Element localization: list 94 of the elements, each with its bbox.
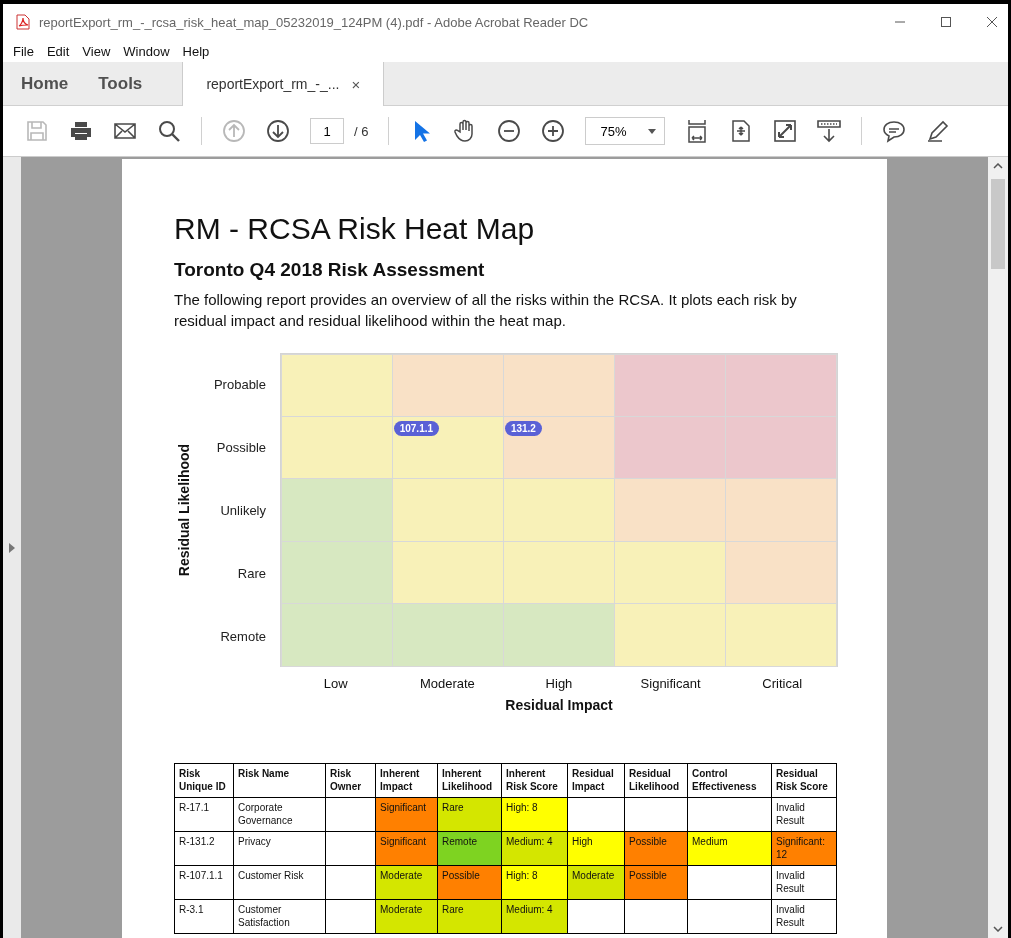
column-header: Residual Likelihood xyxy=(624,763,688,798)
table-cell: Medium: 4 xyxy=(501,899,568,934)
printer-icon[interactable] xyxy=(69,119,93,143)
pen-icon[interactable] xyxy=(926,119,951,143)
row-label: Unlikely xyxy=(220,503,266,518)
tab-close-button[interactable]: × xyxy=(351,75,361,93)
expand-panel-icon[interactable] xyxy=(9,542,15,553)
table-cell: Significant xyxy=(375,797,438,832)
column-header: Inherent Impact xyxy=(375,763,438,798)
table-cell: Rare xyxy=(437,899,502,934)
row-label: Remote xyxy=(220,629,266,644)
menu-item[interactable]: Window xyxy=(123,43,170,59)
table-cell xyxy=(325,899,376,934)
row-label: Possible xyxy=(216,440,266,455)
menu-item[interactable]: Help xyxy=(182,43,210,59)
table-cell: R-131.2 xyxy=(174,831,234,866)
table-cell: Invalid Result xyxy=(771,865,837,900)
table-cell: High: 8 xyxy=(501,797,568,832)
table-cell xyxy=(567,899,625,934)
table-cell: Invalid Result xyxy=(771,899,837,934)
table-cell: Customer Risk xyxy=(233,865,326,900)
scrollbar-thumb[interactable] xyxy=(991,179,1005,269)
window-title: reportExport_rm_-_rcsa_risk_heat_map_05232019_124PM (4).pdf - Adobe Acrobat Reader DC xyxy=(39,14,589,30)
x-axis-title: Residual Impact xyxy=(505,697,613,713)
tab-title: reportExport_rm_-_... xyxy=(206,76,340,92)
scroll-up-icon[interactable] xyxy=(993,163,1003,169)
caret-icon xyxy=(648,128,657,134)
table-cell: Privacy xyxy=(233,831,326,866)
report-subtitle: Toronto Q4 2018 Risk Assessment xyxy=(174,258,486,282)
nav-tab[interactable]: Tools xyxy=(80,62,155,105)
page-number-field[interactable]: 1 xyxy=(310,118,344,144)
page-count: / 6 xyxy=(354,123,369,139)
table-cell: High: 8 xyxy=(501,865,568,900)
table-cell: Customer Satisfaction xyxy=(233,899,326,934)
full-screen-icon[interactable] xyxy=(773,119,798,143)
column-label: Low xyxy=(323,676,348,691)
table-cell xyxy=(325,797,376,832)
table-cell xyxy=(624,899,688,934)
table-cell: Invalid Result xyxy=(771,797,837,832)
table-cell: R-3.1 xyxy=(174,899,234,934)
table-cell: Moderate xyxy=(375,865,438,900)
table-cell: R-17.1 xyxy=(174,797,234,832)
menu-item[interactable]: View xyxy=(82,43,111,59)
column-header: Residual Risk Score xyxy=(771,763,837,798)
table-cell xyxy=(325,831,376,866)
table-cell: Significant: 12 xyxy=(771,831,837,866)
table-cell: Remote xyxy=(437,831,502,866)
menu-item[interactable]: Edit xyxy=(46,43,70,59)
risk-marker[interactable]: 107.1.1 xyxy=(393,420,440,436)
column-label: Critical xyxy=(762,676,803,691)
column-label: Significant xyxy=(640,676,701,691)
read-mode-icon[interactable] xyxy=(817,119,842,143)
report-description: The following report provides an overview of all the risks within the RCSA. It plots each risk by residual impact and residual likelihood within the heat map. xyxy=(174,290,798,331)
row-label: Rare xyxy=(237,566,266,581)
scroll-down-icon[interactable] xyxy=(993,926,1003,932)
table-cell: Possible xyxy=(624,831,688,866)
table-cell xyxy=(624,797,688,832)
column-header: Risk Unique ID xyxy=(174,763,234,798)
column-header: Control Effectiveness xyxy=(687,763,772,798)
row-label: Probable xyxy=(213,377,266,392)
table-cell: Medium: 4 xyxy=(501,831,568,866)
column-label: High xyxy=(545,676,573,691)
table-cell xyxy=(567,797,625,832)
column-header: Residual Impact xyxy=(567,763,625,798)
report-title: RM - RCSA Risk Heat Map xyxy=(174,211,536,247)
document-tab[interactable]: reportExport_rm_-_... × xyxy=(182,62,385,106)
maximize-icon[interactable] xyxy=(940,16,952,28)
table-cell: Possible xyxy=(437,865,502,900)
y-axis-title: Residual Likelihood xyxy=(176,443,192,577)
column-header: Inherent Likelihood xyxy=(437,763,502,798)
zoom-out-icon[interactable] xyxy=(497,119,522,143)
nav-tab[interactable]: Home xyxy=(3,62,81,105)
close-icon[interactable] xyxy=(986,16,998,28)
table-cell: Significant xyxy=(375,831,438,866)
table-cell: R-107.1.1 xyxy=(174,865,234,900)
column-header: Risk Name xyxy=(233,763,326,798)
menu-item[interactable]: File xyxy=(13,43,34,59)
risk-marker[interactable]: 131.2 xyxy=(504,420,542,436)
table-cell: High xyxy=(567,831,625,866)
table-cell: Possible xyxy=(624,865,688,900)
table-cell: Rare xyxy=(437,797,502,832)
column-header: Risk Owner xyxy=(325,763,376,798)
search-icon[interactable] xyxy=(157,119,181,143)
table-cell: Moderate xyxy=(375,899,438,934)
zoom-dropdown[interactable]: 75% xyxy=(585,117,666,145)
table-cell xyxy=(325,865,376,900)
pdf-file-icon xyxy=(15,14,31,30)
table-cell: Moderate xyxy=(567,865,625,900)
comment-icon[interactable] xyxy=(882,119,907,143)
table-cell: Medium xyxy=(687,831,772,866)
column-header: Inherent Risk Score xyxy=(501,763,568,798)
zoom-in-icon[interactable] xyxy=(541,119,566,143)
table-cell: Corporate Governance xyxy=(233,797,326,832)
column-label: Moderate xyxy=(419,676,475,691)
